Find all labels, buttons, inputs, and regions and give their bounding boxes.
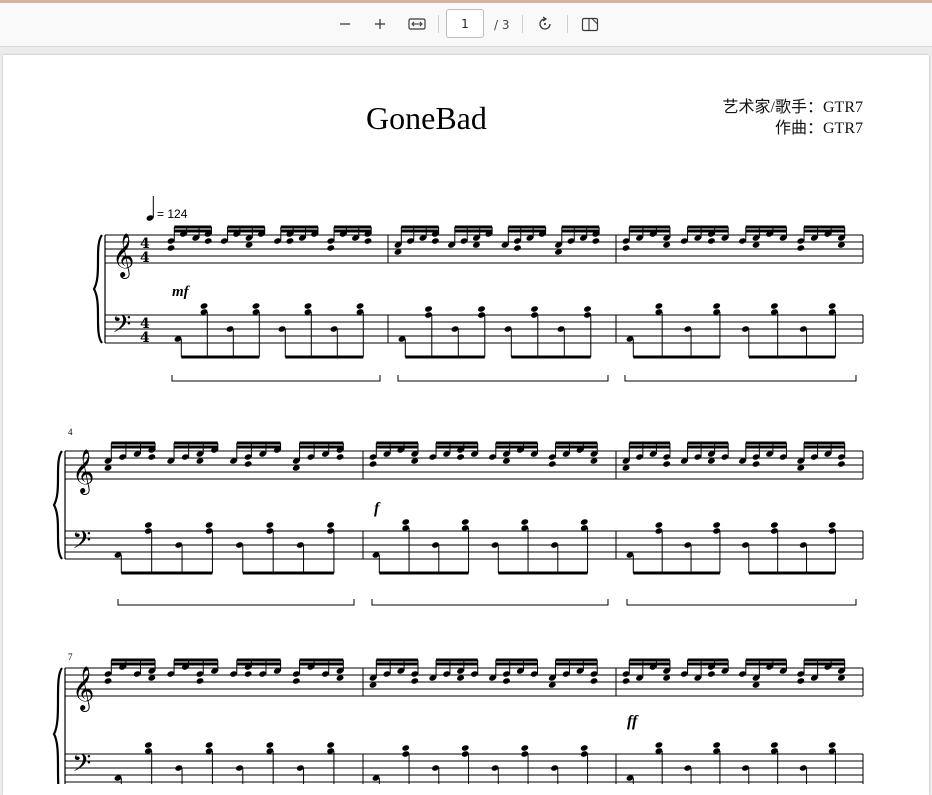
treble-clef: 𝄞 — [72, 666, 94, 712]
notehead — [266, 742, 274, 748]
notehead — [402, 519, 410, 525]
notehead — [252, 303, 260, 309]
notehead — [770, 522, 778, 528]
notehead — [356, 303, 364, 309]
notehead — [828, 303, 836, 309]
notehead — [457, 454, 465, 460]
notehead — [200, 303, 208, 309]
notehead — [167, 245, 175, 251]
time-signature: 4 — [140, 250, 150, 266]
bass-clef: 𝄢 — [72, 526, 91, 561]
notehead — [770, 303, 778, 309]
treble-clef: 𝄞 — [112, 233, 134, 279]
notehead — [502, 678, 510, 684]
notehead — [655, 522, 663, 528]
notehead — [707, 238, 715, 244]
notehead — [286, 238, 294, 244]
notehead — [461, 745, 469, 751]
notehead — [655, 303, 663, 309]
notehead — [707, 671, 715, 677]
bass-clef: 𝄢 — [112, 310, 131, 345]
pedal-bracket — [371, 599, 609, 606]
pedal-bracket — [171, 375, 381, 382]
notehead — [622, 245, 630, 251]
notehead — [244, 461, 252, 467]
notehead — [327, 742, 335, 748]
grand-staff-brace — [52, 450, 63, 560]
bass-clef: 𝄢 — [72, 749, 91, 784]
notehead — [580, 745, 588, 751]
notehead — [196, 678, 204, 684]
notehead — [828, 522, 836, 528]
notehead — [204, 238, 212, 244]
pedal-bracket — [117, 599, 355, 606]
notehead — [713, 303, 721, 309]
notehead — [513, 245, 521, 251]
pedal-bracket — [626, 599, 857, 606]
notehead — [205, 742, 213, 748]
notehead — [431, 238, 439, 244]
notehead — [411, 678, 419, 684]
notehead — [104, 678, 112, 684]
notehead — [590, 678, 598, 684]
notehead — [622, 678, 630, 684]
notehead — [304, 303, 312, 309]
treble-clef: 𝄞 — [72, 449, 94, 495]
notehead — [425, 306, 432, 312]
notehead — [336, 454, 344, 460]
notehead — [327, 245, 335, 251]
notehead — [478, 306, 485, 312]
notehead — [655, 742, 663, 748]
notehead — [580, 519, 588, 525]
notehead — [521, 519, 529, 525]
time-signature: 4 — [140, 330, 150, 346]
notehead — [327, 522, 335, 528]
notehead — [548, 461, 556, 467]
notehead — [752, 461, 760, 467]
notehead — [144, 522, 152, 528]
grand-staff-brace — [92, 234, 103, 344]
notehead — [364, 238, 372, 244]
pedal-bracket — [624, 375, 857, 382]
notehead — [292, 678, 300, 684]
notehead — [584, 306, 591, 312]
notehead — [266, 522, 274, 528]
notehead — [592, 238, 600, 244]
notehead — [713, 522, 721, 528]
notehead — [828, 742, 836, 748]
pedal-bracket — [397, 375, 609, 382]
notehead — [205, 522, 213, 528]
notehead — [461, 519, 469, 525]
sheet-music: 𝄞𝄢4444𝄞𝄢𝄞𝄢 — [52, 196, 864, 784]
notehead — [148, 454, 156, 460]
notehead — [770, 742, 778, 748]
notehead — [144, 742, 152, 748]
grand-staff-brace — [52, 667, 63, 784]
notehead — [797, 678, 805, 684]
notehead — [663, 461, 671, 467]
notehead — [244, 671, 252, 677]
notehead — [713, 742, 721, 748]
notehead — [521, 745, 529, 751]
notehead — [797, 245, 805, 251]
notehead — [369, 461, 377, 467]
notehead — [402, 745, 410, 751]
notehead — [531, 306, 538, 312]
notehead — [837, 461, 845, 467]
